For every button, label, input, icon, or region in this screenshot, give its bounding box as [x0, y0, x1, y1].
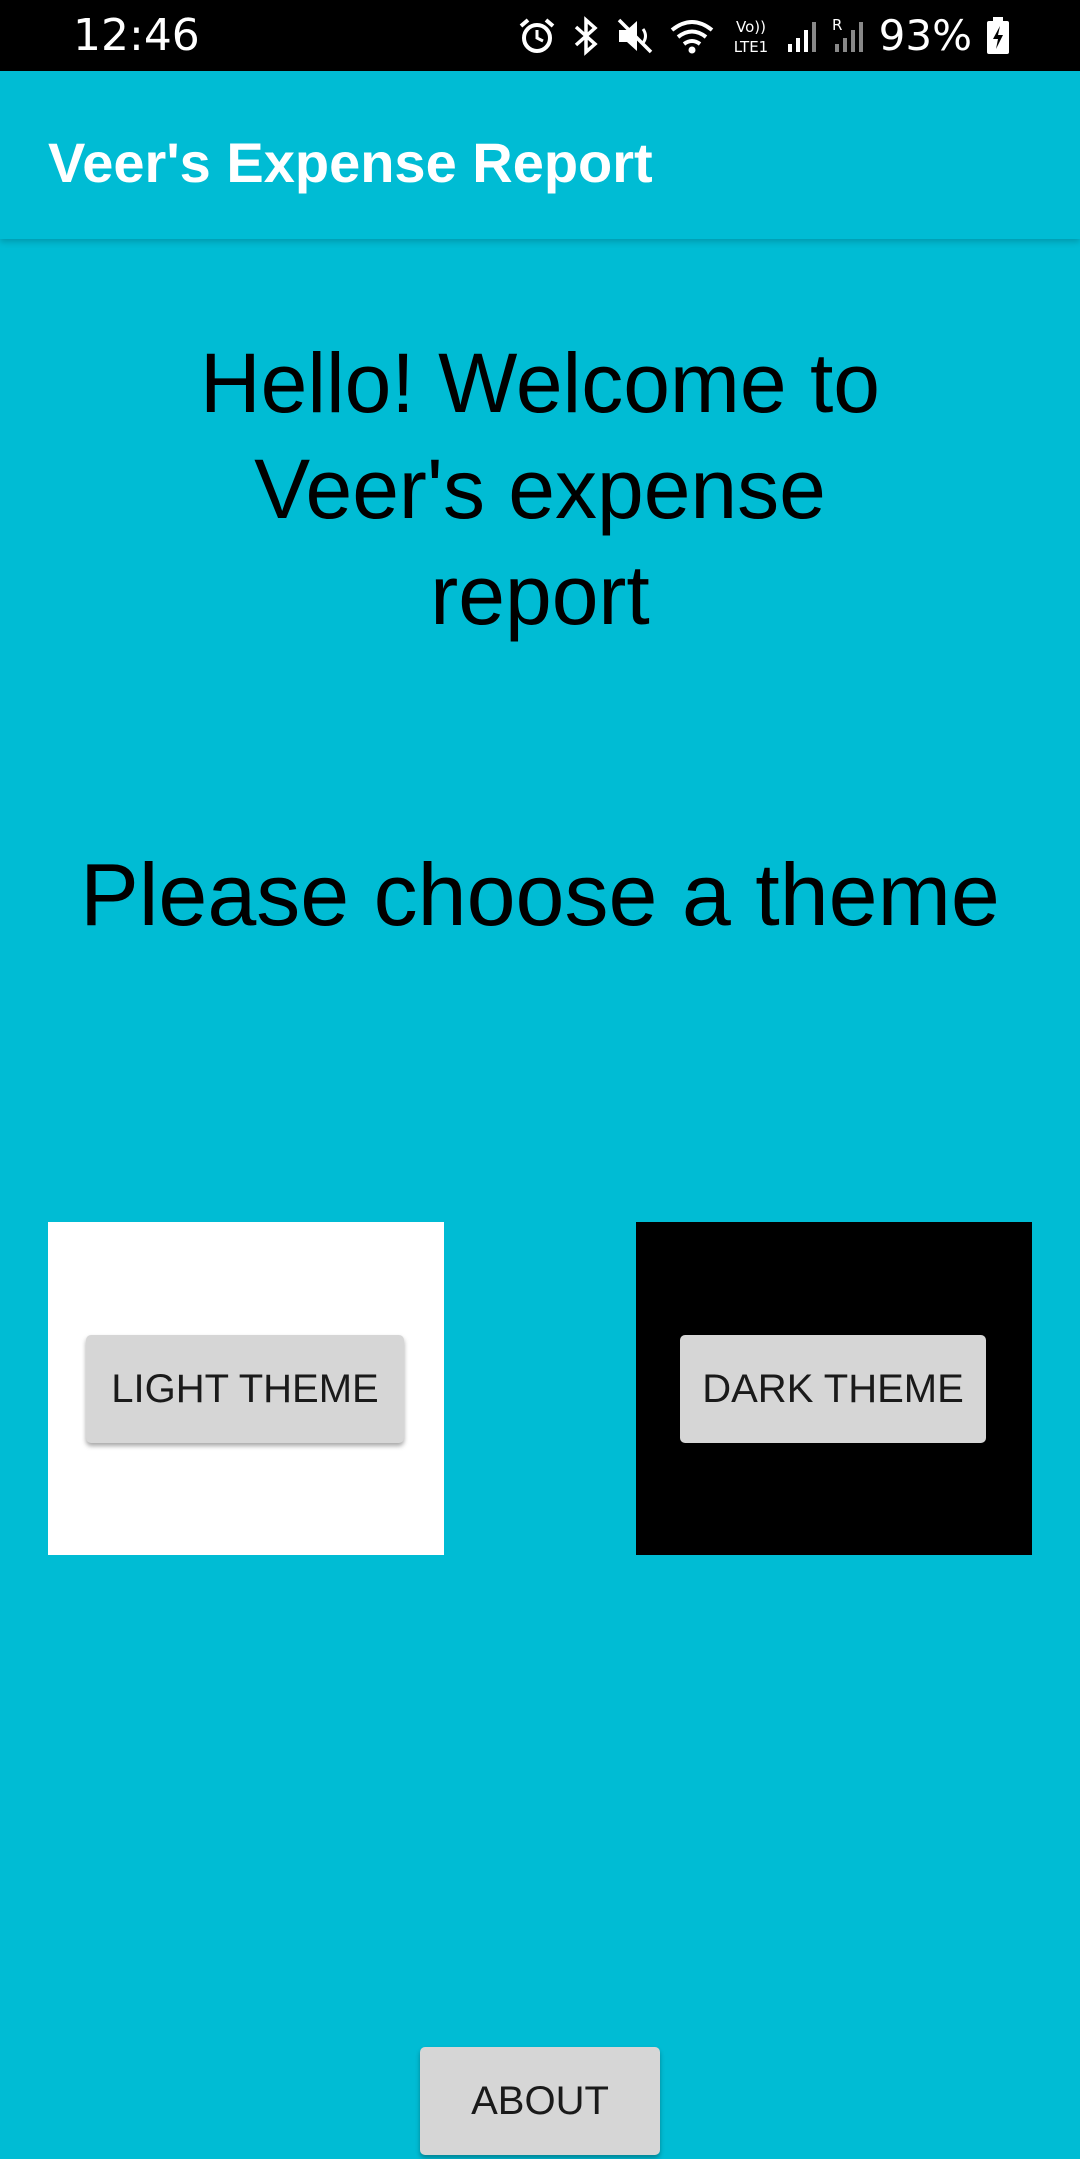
wifi-icon: [669, 16, 715, 56]
volte-icon: Vo)) LTE1: [729, 16, 773, 56]
svg-text:R: R: [832, 16, 842, 34]
light-theme-button[interactable]: LIGHT THEME: [86, 1335, 404, 1443]
bluetooth-icon: [571, 16, 601, 56]
svg-text:Vo)): Vo)): [736, 18, 766, 36]
dark-theme-panel: DARK THEME: [636, 1222, 1032, 1555]
about-button[interactable]: ABOUT: [420, 2047, 660, 2155]
signal-icon: [787, 16, 817, 56]
light-theme-panel: LIGHT THEME: [48, 1222, 444, 1555]
status-time: 12:46: [73, 10, 200, 61]
app-title: Veer's Expense Report: [48, 131, 653, 194]
battery-percent: 93%: [878, 11, 972, 60]
status-icons: Vo)) LTE1 R 93%: [517, 10, 1010, 62]
svg-text:LTE1: LTE1: [733, 38, 767, 56]
app-bar: Veer's Expense Report: [0, 71, 1080, 239]
battery-charging-icon: [986, 16, 1010, 56]
mute-icon: [615, 16, 655, 56]
theme-prompt: Please choose a theme: [80, 845, 1000, 944]
dark-theme-button[interactable]: DARK THEME: [680, 1335, 986, 1443]
status-bar: 12:46 Vo)) LTE1 R 93%: [0, 0, 1080, 71]
roaming-signal-icon: R: [831, 16, 865, 56]
alarm-icon: [517, 16, 557, 56]
welcome-message: Hello! Welcome to Veer's expense report: [199, 336, 881, 642]
